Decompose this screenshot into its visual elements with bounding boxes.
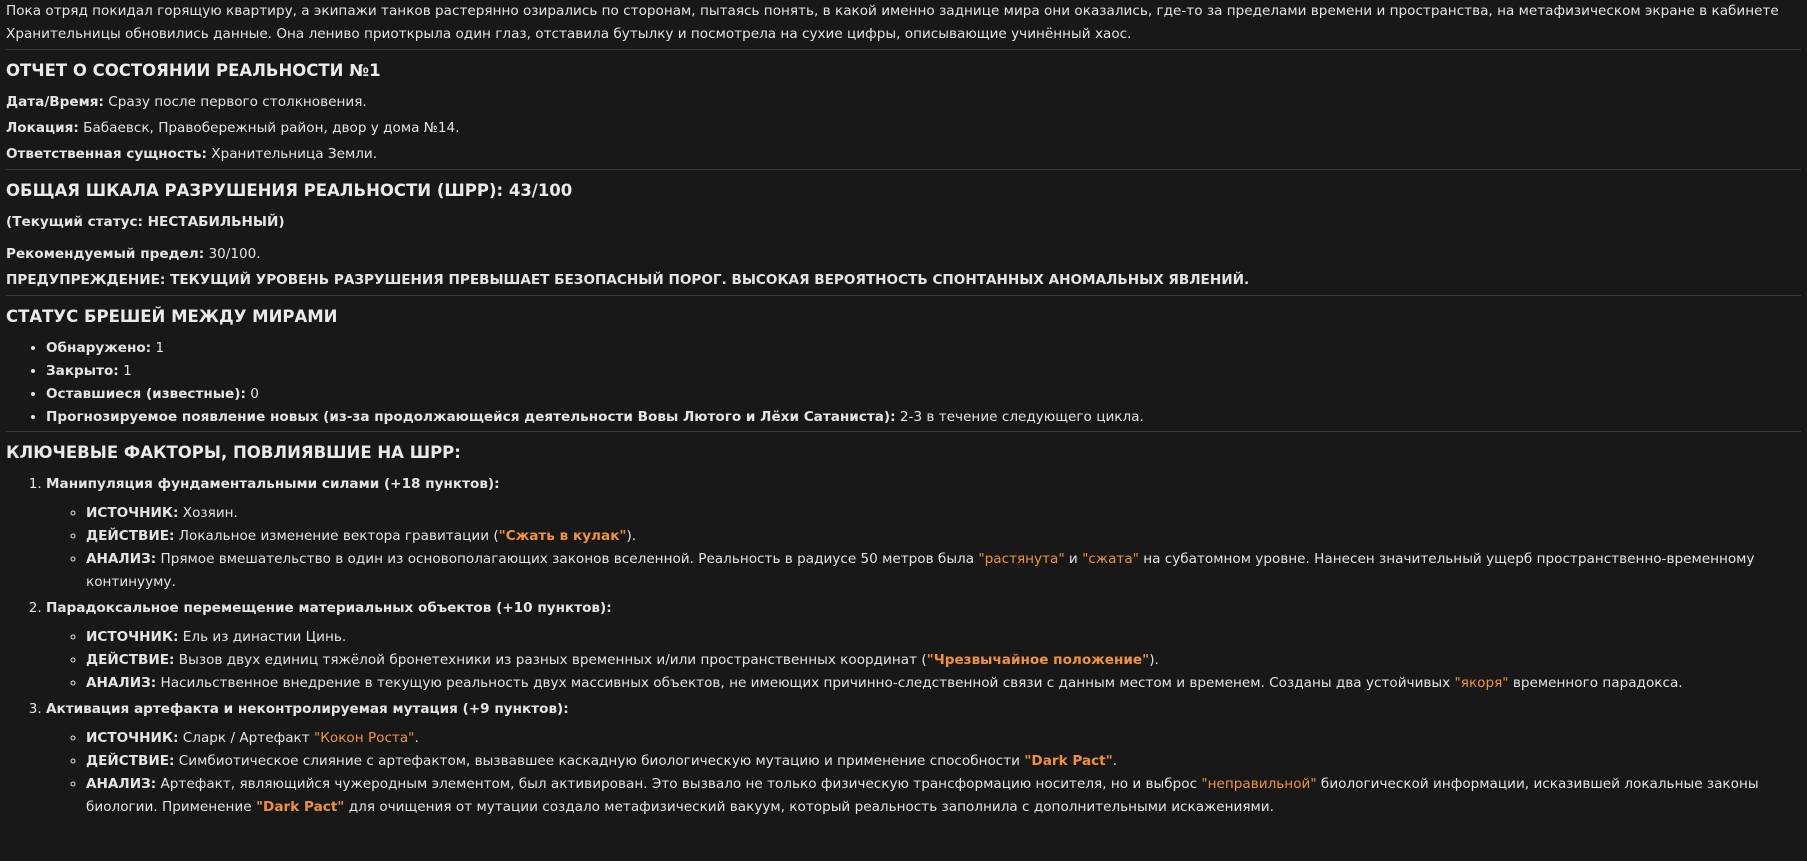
scale-title: ОБЩАЯ ШКАЛА РАЗРУШЕНИЯ РЕАЛЬНОСТИ (ШРР):…	[6, 181, 573, 200]
factor-item: Активация артефакта и неконтролируемая м…	[46, 698, 1801, 819]
report-entity-label: Ответственная сущность:	[6, 146, 207, 162]
document: Пока отряд покидал горящую квартиру, а э…	[0, 0, 1807, 819]
divider	[6, 169, 1801, 170]
factor-source: ИСТОЧНИК: Сларк / Артефакт "Кокон Роста"…	[86, 727, 1801, 750]
highlight-term: "сжата"	[1082, 551, 1139, 567]
action-label: ДЕЙСТВИЕ:	[86, 528, 175, 544]
factor-action: ДЕЙСТВИЕ: Вызов двух единиц тяжёлой брон…	[86, 649, 1801, 672]
scale-limit-label: Рекомендуемый предел:	[6, 246, 205, 262]
breach-value: 1	[118, 363, 132, 379]
source-text: Хозяин.	[178, 505, 238, 521]
source-label: ИСТОЧНИК:	[86, 505, 179, 521]
action-label: ДЕЙСТВИЕ:	[86, 652, 175, 668]
action-text: Симбиотическое слияние с артефактом, выз…	[174, 753, 1025, 769]
factor-item: Манипуляция фундаментальными силами (+18…	[46, 473, 1801, 594]
factor-analysis: АНАЛИЗ: Насильственное внедрение в текущ…	[86, 672, 1801, 695]
divider	[6, 295, 1801, 296]
report-entity-value: Хранительница Земли.	[206, 146, 378, 162]
action-text: ).	[626, 528, 637, 544]
scale-limit-value: 30/100.	[204, 246, 261, 262]
factor-title: Парадоксальное перемещение материальных …	[46, 600, 612, 616]
action-text: .	[1112, 753, 1118, 769]
factor-source: ИСТОЧНИК: Ель из династии Цинь.	[86, 626, 1801, 649]
analysis-label: АНАЛИЗ:	[86, 776, 157, 792]
factor-action: ДЕЙСТВИЕ: Симбиотическое слияние с артеф…	[86, 750, 1801, 773]
source-label: ИСТОЧНИК:	[86, 730, 179, 746]
highlight-term: "растянута"	[978, 551, 1065, 567]
report-location: Локация: Бабаевск, Правобережный район, …	[6, 117, 1801, 140]
factor-details: ИСТОЧНИК: Ель из династии Цинь. ДЕЙСТВИЕ…	[46, 626, 1801, 695]
breach-value: 0	[245, 386, 259, 402]
analysis-text: временного парадокса.	[1508, 675, 1683, 691]
factor-title: Активация артефакта и неконтролируемая м…	[46, 701, 569, 717]
report-date: Дата/Время: Сразу после первого столкнов…	[6, 91, 1801, 114]
report-title: ОТЧЕТ О СОСТОЯНИИ РЕАЛЬНОСТИ №1	[6, 61, 381, 80]
factors-list: Манипуляция фундаментальными силами (+18…	[6, 473, 1801, 819]
analysis-text: и	[1064, 551, 1083, 567]
analysis-text: Прямое вмешательство в один из основопол…	[156, 551, 979, 567]
action-text: Локальное изменение вектора гравитации (	[174, 528, 499, 544]
factor-title: Манипуляция фундаментальными силами (+18…	[46, 476, 500, 492]
divider	[6, 431, 1801, 432]
action-text: ).	[1149, 652, 1159, 668]
analysis-label: АНАЛИЗ:	[86, 551, 157, 567]
action-text: Вызов двух единиц тяжёлой бронетехники и…	[174, 652, 927, 668]
factor-source: ИСТОЧНИК: Хозяин.	[86, 502, 1801, 525]
scale-status: (Текущий статус: НЕСТАБИЛЬНЫЙ)	[6, 214, 285, 230]
action-label: ДЕЙСТВИЕ:	[86, 753, 175, 769]
breaches-list: Обнаружено: 1 Закрыто: 1 Оставшиеся (изв…	[6, 337, 1801, 429]
highlight-term: "неправильной"	[1201, 776, 1317, 792]
divider	[6, 49, 1801, 50]
breach-value: 2-3 в течение следующего цикла.	[895, 409, 1144, 425]
highlight-term: "Сжать в кулак"	[498, 528, 627, 544]
intro-paragraph: Пока отряд покидал горящую квартиру, а э…	[6, 3, 1779, 42]
list-item: Закрыто: 1	[46, 360, 1801, 383]
breach-label: Оставшиеся (известные):	[46, 386, 246, 402]
highlight-term: "Чрезвычайное положение"	[926, 652, 1150, 668]
scale-limit: Рекомендуемый предел: 30/100.	[6, 243, 1801, 266]
factor-details: ИСТОЧНИК: Хозяин. ДЕЙСТВИЕ: Локальное из…	[46, 502, 1801, 594]
source-label: ИСТОЧНИК:	[86, 629, 179, 645]
report-date-label: Дата/Время:	[6, 94, 104, 110]
breach-label: Закрыто:	[46, 363, 119, 379]
analysis-text: Насильственное внедрение в текущую реаль…	[156, 675, 1455, 691]
source-text: Сларк / Артефакт	[178, 730, 314, 746]
factor-item: Парадоксальное перемещение материальных …	[46, 597, 1801, 695]
list-item: Обнаружено: 1	[46, 337, 1801, 360]
analysis-text: Артефакт, являющийся чужеродным элементо…	[156, 776, 1202, 792]
report-location-label: Локация:	[6, 120, 79, 136]
report-entity: Ответственная сущность: Хранительница Зе…	[6, 143, 1801, 166]
breaches-title: СТАТУС БРЕШЕЙ МЕЖДУ МИРАМИ	[6, 307, 338, 326]
highlight-term: "Кокон Роста"	[313, 730, 415, 746]
factor-analysis: АНАЛИЗ: Артефакт, являющийся чужеродным …	[86, 773, 1801, 819]
factor-analysis: АНАЛИЗ: Прямое вмешательство в один из о…	[86, 548, 1801, 594]
report-date-value: Сразу после первого столкновения.	[103, 94, 367, 110]
highlight-term: "якоря"	[1454, 675, 1509, 691]
scale-warning: ПРЕДУПРЕЖДЕНИЕ: ТЕКУЩИЙ УРОВЕНЬ РАЗРУШЕН…	[6, 272, 1250, 288]
report-location-value: Бабаевск, Правобережный район, двор у до…	[78, 120, 460, 136]
source-text: Ель из династии Цинь.	[178, 629, 347, 645]
breach-value: 1	[151, 340, 165, 356]
factor-details: ИСТОЧНИК: Сларк / Артефакт "Кокон Роста"…	[46, 727, 1801, 819]
analysis-label: АНАЛИЗ:	[86, 675, 157, 691]
analysis-text: для очищения от мутации создало метафизи…	[344, 799, 1274, 815]
factor-action: ДЕЙСТВИЕ: Локальное изменение вектора гр…	[86, 525, 1801, 548]
factors-title: КЛЮЧЕВЫЕ ФАКТОРЫ, ПОВЛИЯВШИЕ НА ШРР:	[6, 443, 461, 462]
list-item: Оставшиеся (известные): 0	[46, 383, 1801, 406]
breach-label: Прогнозируемое появление новых (из-за пр…	[46, 409, 896, 425]
source-text: .	[414, 730, 419, 746]
breach-label: Обнаружено:	[46, 340, 152, 356]
highlight-term: "Dark Pact"	[1024, 753, 1113, 769]
highlight-term: "Dark Pact"	[255, 799, 345, 815]
list-item: Прогнозируемое появление новых (из-за пр…	[46, 406, 1801, 429]
